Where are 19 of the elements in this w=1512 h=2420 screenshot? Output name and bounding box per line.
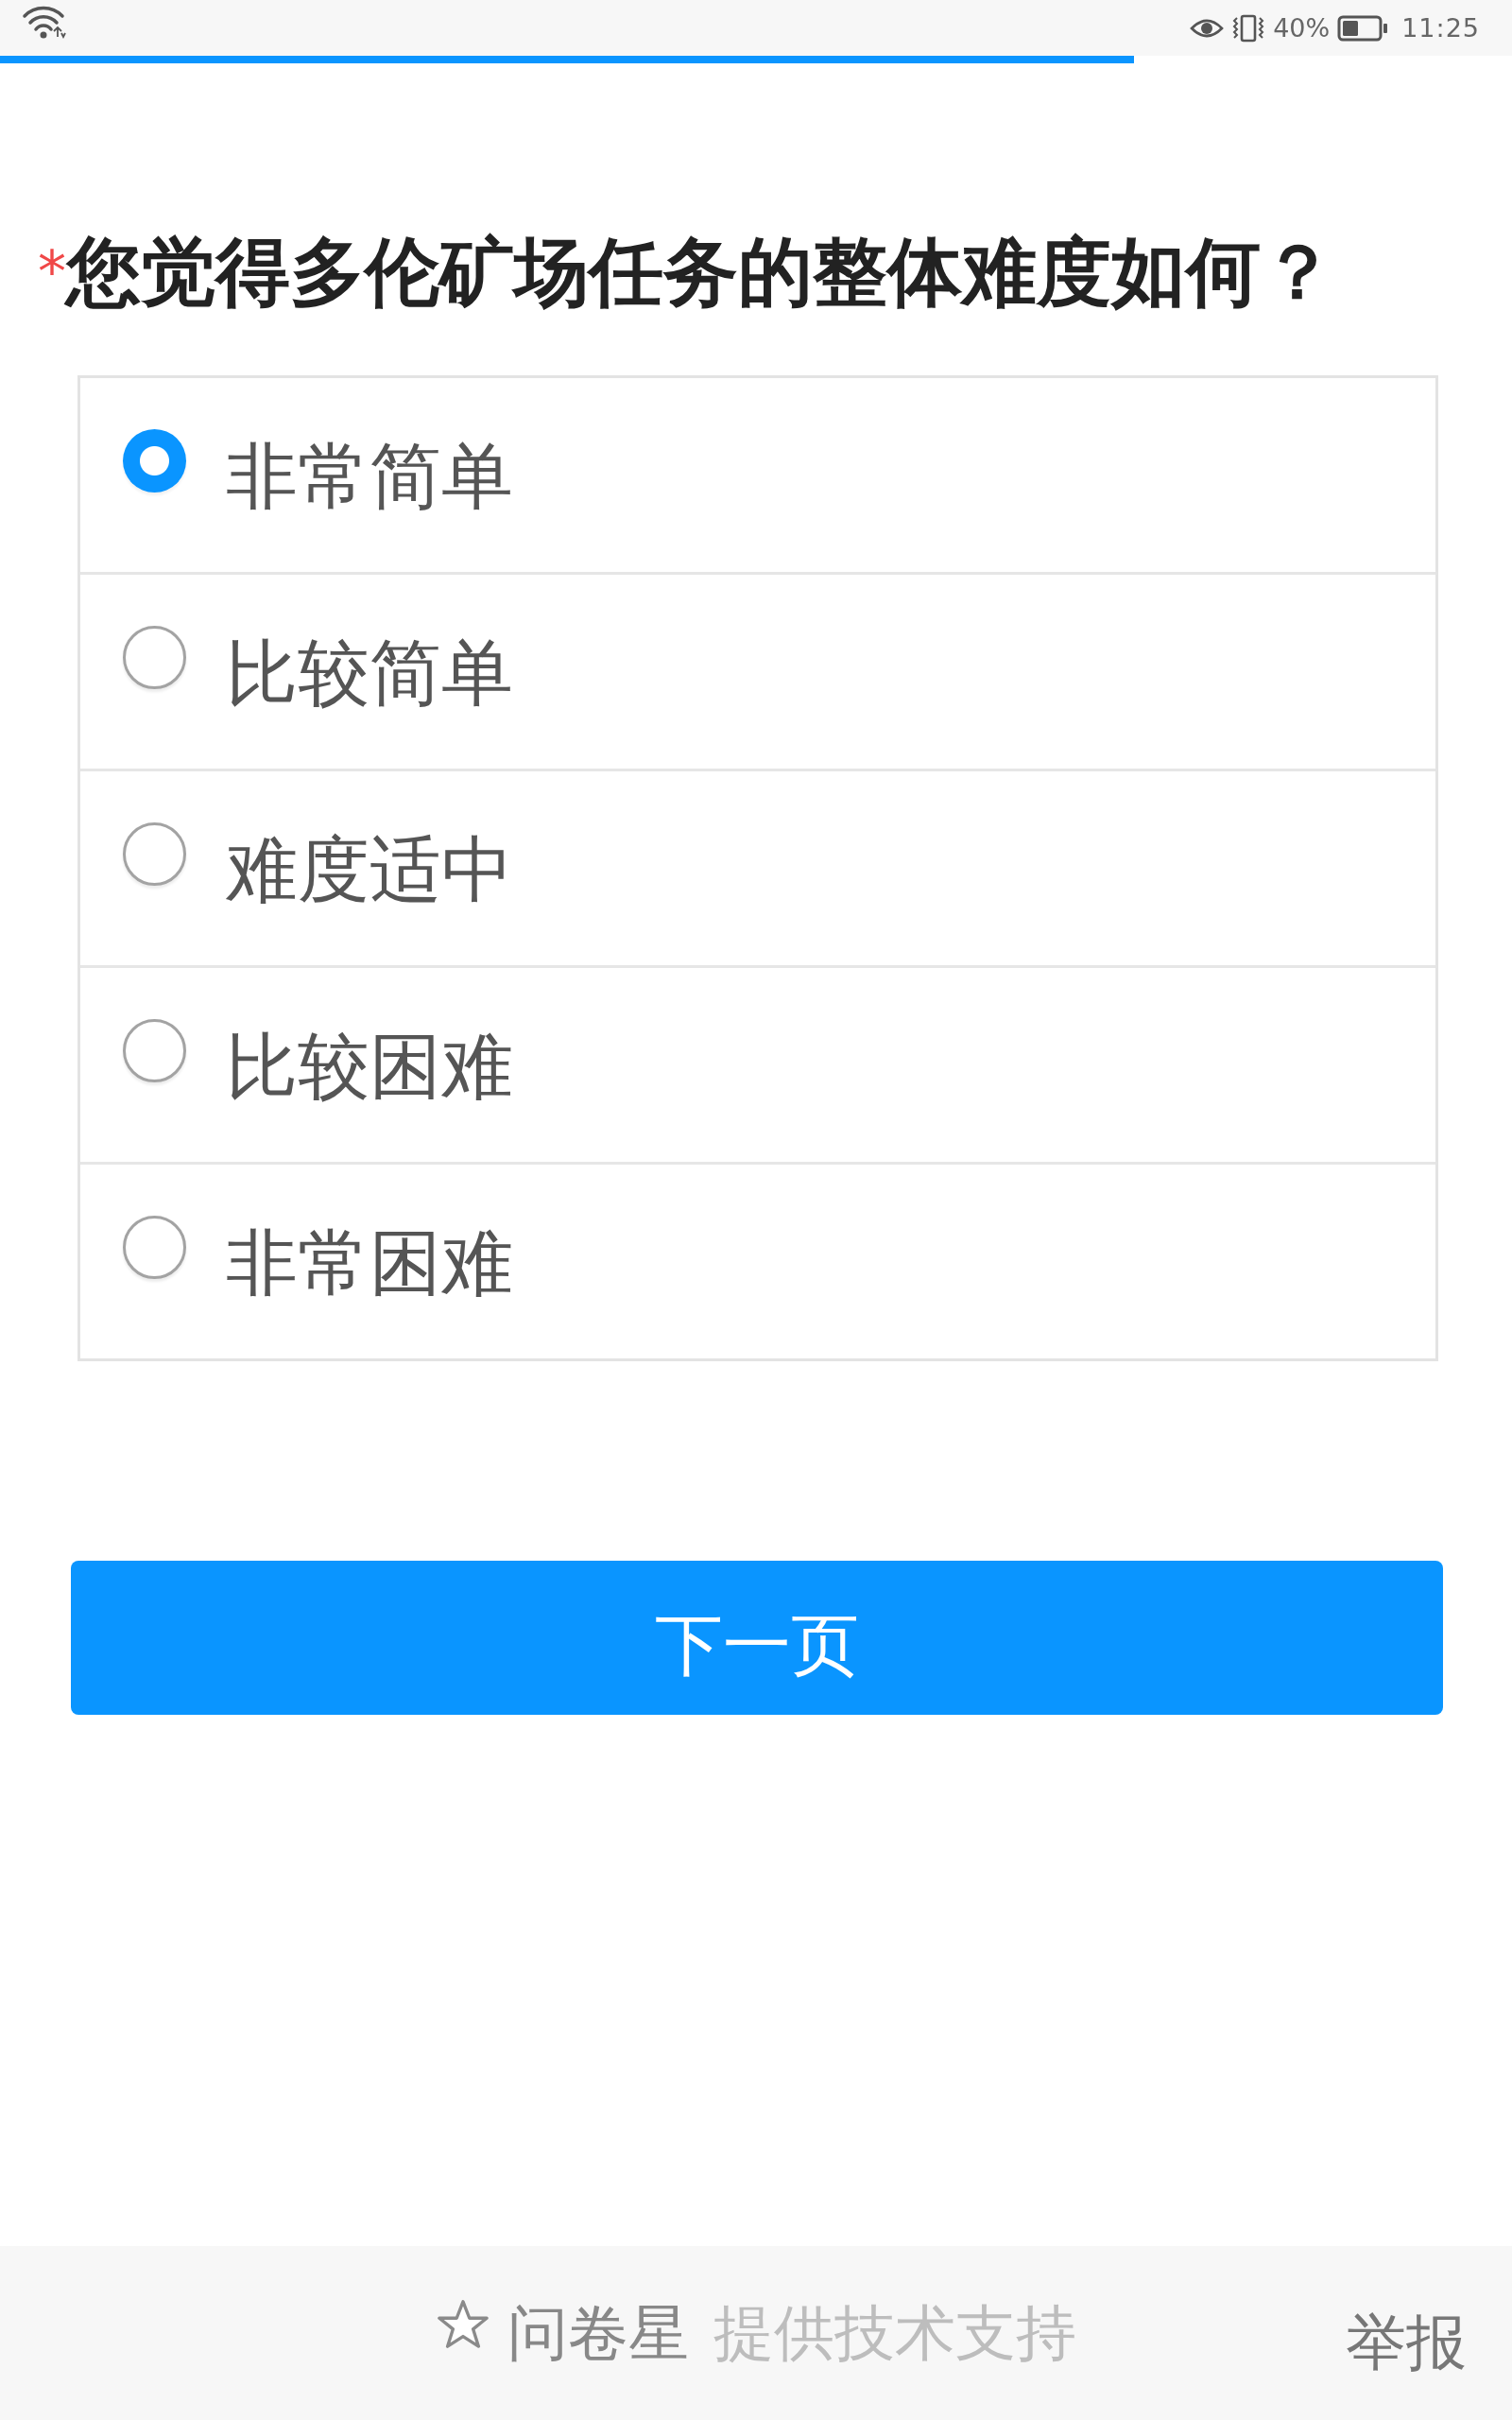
radio-button[interactable] <box>123 822 186 886</box>
credit-text: 提供技术支持 <box>713 2297 1076 2370</box>
star-icon <box>436 2298 490 2351</box>
report-link[interactable]: 举报 <box>1346 2286 1467 2380</box>
radio-button[interactable] <box>123 429 186 493</box>
option-label: 难度适中 <box>226 826 513 912</box>
brand-name: 问卷星 <box>507 2297 689 2370</box>
option-label: 比较困难 <box>226 1023 513 1109</box>
option-label: 非常简单 <box>226 433 513 519</box>
wifi-icon <box>21 4 66 39</box>
radio-button[interactable] <box>123 626 186 689</box>
vibrate-icon <box>1231 13 1266 43</box>
clock-time: 11:25 <box>1401 12 1480 43</box>
radio-button[interactable] <box>123 1216 186 1279</box>
radio-button[interactable] <box>123 1019 186 1082</box>
battery-icon <box>1337 14 1389 42</box>
battery-percent: 40% <box>1273 12 1331 43</box>
option-label: 非常困难 <box>226 1219 513 1305</box>
option-label: 比较简单 <box>226 630 513 716</box>
